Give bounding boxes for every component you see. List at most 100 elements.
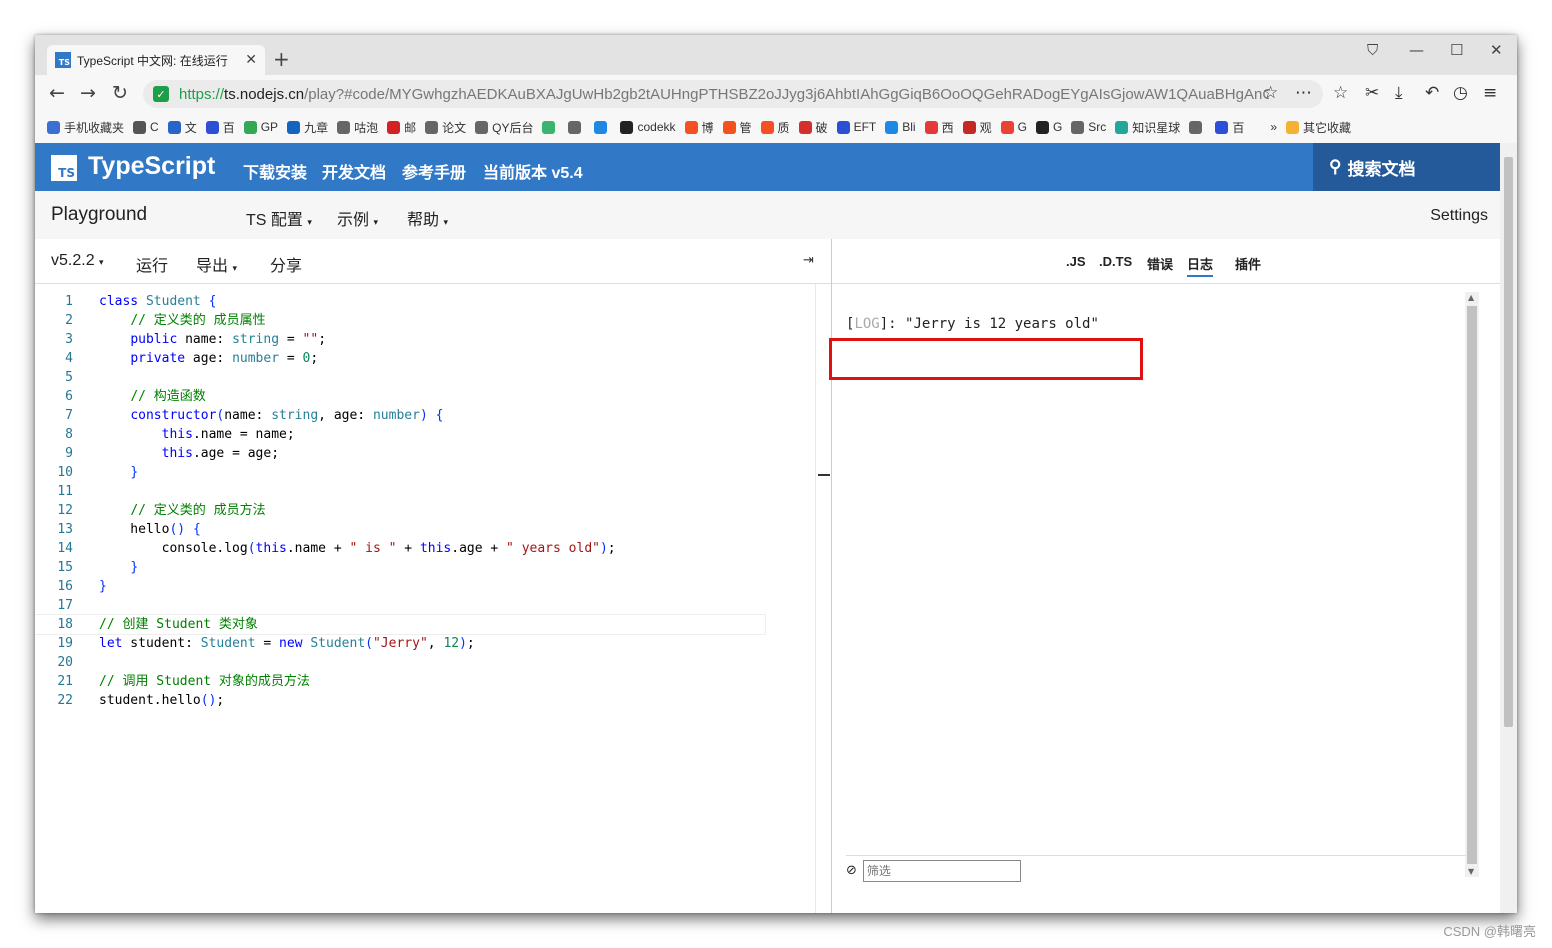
code-line: 17 [35,596,765,615]
search-icon: ⚲ [1329,157,1342,176]
bookmark-item[interactable] [542,120,559,134]
bookmark-item[interactable]: 百 [1215,119,1244,136]
browser-window: TS TypeScript 中文网: 在线运行 ✕ + ⛉ — ☐ ✕ ← → … [35,35,1517,913]
menu-icon[interactable]: ≡ [1483,82,1497,104]
bookmark-item[interactable]: 文 [167,119,197,136]
collapse-pane-icon[interactable]: ⇥ [803,253,814,268]
line-number: 10 [57,465,73,480]
nav-download[interactable]: 下载安装 [243,159,307,183]
bookmark-item[interactable]: QY后台 [475,119,533,136]
minimize-icon[interactable]: — [1409,41,1424,59]
tab-close-icon[interactable]: ✕ [245,52,257,68]
line-number: 1 [65,294,73,309]
bookmark-item[interactable]: 邮 [387,119,416,136]
search-docs-button[interactable]: ⚲ 搜索文档 [1313,143,1500,191]
window-close-icon[interactable]: ✕ [1490,41,1503,59]
log-scroll-thumb[interactable] [1467,306,1477,864]
bookmark-item[interactable]: G [1000,120,1027,134]
address-bar[interactable]: ✓ https://ts.nodejs.cn/play?#code/MYGwhg… [143,80,1323,108]
bookmark-item[interactable]: 质 [760,119,790,136]
scroll-up-icon: ▲ [1468,293,1475,302]
nav-reference[interactable]: 参考手册 [402,159,466,183]
browser-tab[interactable]: TS TypeScript 中文网: 在线运行 ✕ [47,45,265,75]
bookmark-item[interactable]: 西 [924,119,954,136]
bookmark-icon [387,120,401,134]
bookmark-item[interactable] [1189,120,1206,134]
more-icon[interactable]: ⋯ [1295,82,1312,104]
code-editor[interactable]: 1 class Student {2 // 定义类的 成员属性 3 public n… [35,284,831,913]
watermark: CSDN @韩曙亮 [1443,924,1536,939]
bookmark-item[interactable]: 手机收藏夹 [47,119,124,136]
bookmark-item[interactable]: 九章 [287,119,328,136]
chevron-down-icon: ▾ [99,257,104,267]
bookmark-item[interactable]: 破 [798,119,828,136]
bookmark-item[interactable] [568,120,585,134]
history-icon[interactable]: ◷ [1453,82,1468,104]
forward-icon[interactable]: → [80,83,96,103]
code-text: class Student { [99,294,217,309]
bookmark-item[interactable]: 管 [722,119,752,136]
tab-js[interactable]: .JS [1066,254,1086,269]
run-button[interactable]: 运行 [136,252,168,276]
line-number: 20 [57,655,73,670]
new-tab-icon[interactable]: + [273,49,290,69]
brand-name[interactable]: TypeScript [88,152,215,181]
bookmark-item[interactable]: 咕泡 [337,119,378,136]
bookmark-item[interactable]: GP [243,120,278,134]
bookmark-item[interactable]: 博 [684,119,714,136]
bookmark-item[interactable]: 知识星球 [1115,119,1180,136]
export-button[interactable]: 导出 ▾ [196,252,237,276]
output-tabs: .JS .D.TS 错误 日志 插件 [832,239,1500,284]
share-button[interactable]: 分享 [270,252,302,276]
menu-help[interactable]: 帮助 ▾ [407,206,448,230]
bookmark-icon [1253,121,1266,134]
pin-icon[interactable]: ⛉ [1367,41,1378,59]
tab-plugins[interactable]: 插件 [1235,254,1261,273]
bookmark-item[interactable]: C [133,120,159,134]
bookmark-icon [1189,120,1203,134]
back-icon[interactable]: ← [49,83,65,103]
bookmark-star-icon[interactable]: ☆ [1263,82,1278,104]
tab-logs[interactable]: 日志 [1187,254,1214,277]
nav-docs[interactable]: 开发文档 [322,159,386,183]
bookmark-item[interactable]: » [1253,120,1277,134]
log-scrollbar[interactable]: ▲ ▼ [1465,292,1479,877]
bookmark-item[interactable]: 其它收藏 [1286,119,1351,136]
favorites-icon[interactable]: ☆ [1333,82,1348,104]
page-scroll-thumb[interactable] [1504,157,1513,727]
bookmark-item[interactable]: codekk [620,120,676,134]
nav-version[interactable]: 当前版本 v5.4 [483,159,583,183]
maximize-icon[interactable]: ☐ [1450,41,1463,59]
bookmark-item[interactable]: G [1035,120,1062,134]
bookmark-item[interactable]: 观 [962,119,992,136]
bookmark-item[interactable]: Src [1071,120,1106,134]
download-icon[interactable]: ⤓ [1395,82,1403,104]
undo-icon[interactable]: ↶ [1425,82,1439,104]
code-line: 9 this.age = age; [35,444,765,463]
bookmark-icon [1286,120,1300,134]
menu-ts-config[interactable]: TS 配置 ▾ [246,206,312,230]
reload-icon[interactable]: ↻ [112,83,128,103]
line-number: 21 [57,674,73,689]
bookmark-item[interactable]: 百 [205,119,235,136]
code-text: this.name = name; [161,427,295,442]
version-select[interactable]: v5.2.2 ▾ [51,252,104,270]
tab-errors[interactable]: 错误 [1147,254,1173,273]
log-filter-input[interactable] [862,859,1021,882]
clear-log-icon[interactable]: ⊘ [846,863,857,878]
bookmark-item[interactable]: Bli [885,120,916,134]
tab-dts[interactable]: .D.TS [1099,254,1132,269]
bookmark-item[interactable] [594,120,611,134]
bookmark-item[interactable]: EFT [836,120,876,134]
log-filter-row: ⊘ [846,855,1466,885]
page-scrollbar[interactable] [1500,143,1517,913]
bookmark-item[interactable]: 论文 [425,119,466,136]
scissors-icon[interactable]: ✂ [1365,82,1379,104]
url-text: https://ts.nodejs.cn/play?#code/MYGwhgzh… [179,85,1269,103]
settings-link[interactable]: Settings [1430,207,1488,225]
typescript-logo-icon[interactable]: TS [51,155,77,181]
chevron-down-icon: ▾ [443,217,448,227]
bookmark-icon [760,120,774,134]
bookmark-icon [475,120,489,134]
menu-examples[interactable]: 示例 ▾ [337,206,378,230]
